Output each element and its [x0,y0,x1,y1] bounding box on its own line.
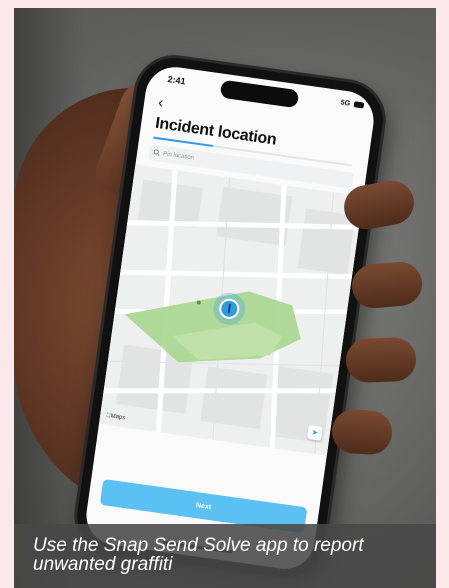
back-icon[interactable]: ‹ [157,94,164,112]
hand-finger [350,260,424,310]
search-icon [153,148,161,158]
hand-finger [330,407,394,457]
dynamic-island [219,79,300,109]
battery-icon [353,101,365,109]
caption-banner: Use the Snap Send Solve app to report un… [14,524,436,588]
network-indicator: 5G [340,99,351,108]
photo: 2:41 5G ‹ Incident location Pin location [14,8,436,588]
caption-text: Use the Snap Send Solve app to report un… [33,535,364,575]
navigation-arrow-icon[interactable]: ➤ [306,425,323,441]
search-placeholder: Pin location [162,151,195,162]
status-time: 2:41 [166,74,187,87]
map-view[interactable]: Maps ➤ [99,164,364,456]
hand-finger [345,336,417,384]
